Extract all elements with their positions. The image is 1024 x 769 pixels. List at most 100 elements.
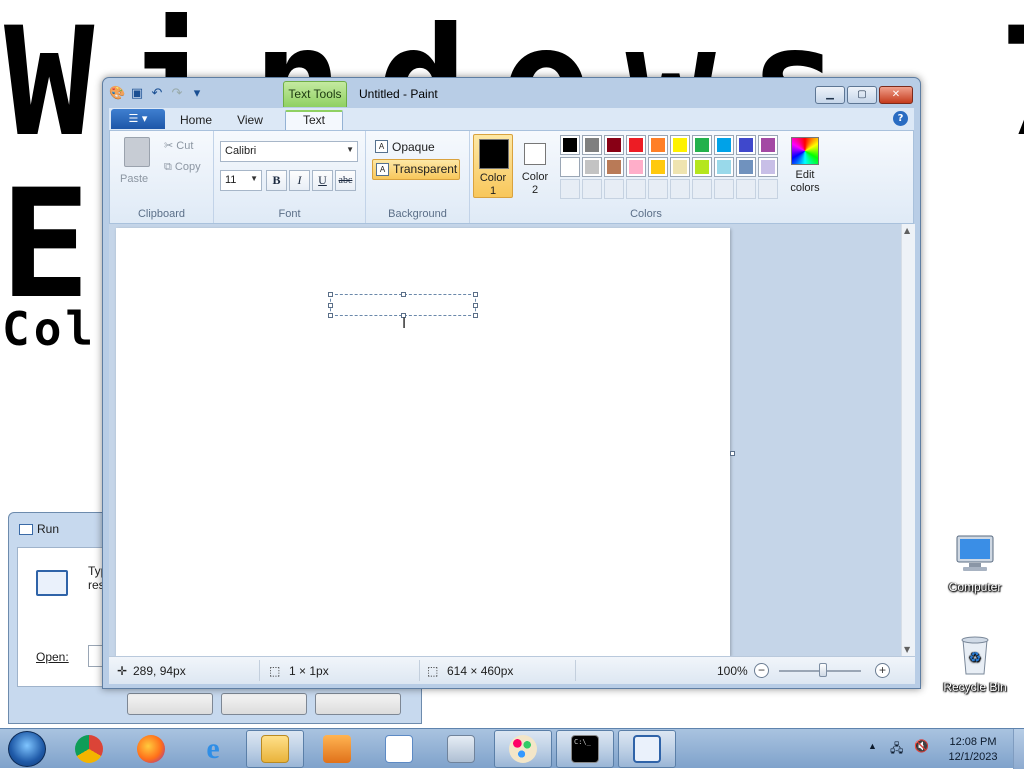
svg-text:♻: ♻: [969, 649, 982, 665]
taskbar-windows-explorer[interactable]: [246, 730, 304, 768]
taskbar-firefox[interactable]: [122, 730, 180, 768]
resize-handle[interactable]: [401, 292, 406, 297]
font-family-select[interactable]: Calibri ▼: [220, 141, 358, 162]
edit-colors-button[interactable]: Edit colors: [788, 137, 822, 195]
text-box[interactable]: [328, 292, 478, 318]
taskbar-chrome[interactable]: [60, 730, 118, 768]
tab-text[interactable]: Text: [285, 110, 343, 130]
color2-button[interactable]: Color 2: [515, 134, 555, 198]
resize-handle[interactable]: [473, 303, 478, 308]
vertical-scrollbar[interactable]: ▲ ▼: [901, 224, 915, 656]
custom-color-slot[interactable]: [560, 179, 580, 199]
show-hidden-icons[interactable]: ▲: [868, 741, 877, 751]
paint-app-icon[interactable]: 🎨: [109, 86, 125, 102]
undo-icon[interactable]: ↶: [149, 86, 165, 102]
taskbar-paint[interactable]: [494, 730, 552, 768]
resize-handle[interactable]: [473, 313, 478, 318]
custom-color-slot[interactable]: [582, 179, 602, 199]
background-group: A Opaque A Transparent Background: [366, 131, 470, 223]
custom-color-slot[interactable]: [692, 179, 712, 199]
desktop-icon-recycle-bin[interactable]: ♻ Recycle Bin: [940, 630, 1010, 694]
custom-color-slot[interactable]: [626, 179, 646, 199]
zoom-out-button[interactable]: −: [754, 663, 769, 678]
resize-handle[interactable]: [328, 292, 333, 297]
palette-swatch[interactable]: [648, 157, 668, 177]
tab-home[interactable]: Home: [171, 110, 221, 130]
run-ok-button[interactable]: [127, 693, 213, 715]
taskbar-run[interactable]: [618, 730, 676, 768]
palette-swatch[interactable]: [560, 135, 580, 155]
help-icon[interactable]: ?: [893, 111, 908, 126]
paint-window: 🎨 ▣ ↶ ↷ ▾ Text Tools Untitled - Paint ▁ …: [102, 77, 921, 689]
palette-swatch[interactable]: [736, 157, 756, 177]
palette-swatch[interactable]: [582, 157, 602, 177]
palette-swatch[interactable]: [758, 157, 778, 177]
cut-button[interactable]: ✂ Cut: [164, 139, 193, 152]
copy-button[interactable]: ⧉ Copy: [164, 161, 201, 174]
close-button[interactable]: ✕: [879, 86, 913, 104]
scroll-up-icon[interactable]: ▲: [904, 226, 910, 235]
color1-button[interactable]: Color 1: [473, 134, 513, 198]
volume-muted-icon[interactable]: 🔇: [914, 739, 929, 753]
opaque-button[interactable]: A Opaque: [372, 137, 435, 157]
clock[interactable]: 12:08 PM 12/1/2023: [938, 735, 1008, 765]
custom-color-slot[interactable]: [736, 179, 756, 199]
run-browse-button[interactable]: [315, 693, 401, 715]
scroll-down-icon[interactable]: ▼: [904, 645, 910, 654]
taskbar-media-player[interactable]: [308, 730, 366, 768]
custom-color-slot[interactable]: [670, 179, 690, 199]
palette-swatch[interactable]: [604, 157, 624, 177]
custom-color-slot[interactable]: [714, 179, 734, 199]
palette-swatch[interactable]: [582, 135, 602, 155]
taskbar-internet-explorer[interactable]: e: [184, 730, 242, 768]
strikethrough-button[interactable]: abc: [335, 170, 356, 191]
network-icon[interactable]: 🖧: [890, 739, 903, 760]
palette-swatch[interactable]: [626, 157, 646, 177]
paint-menu-button[interactable]: ☰ ▾: [111, 109, 165, 129]
palette-swatch[interactable]: [758, 135, 778, 155]
taskbar-command-prompt[interactable]: C:\_: [556, 730, 614, 768]
paint-title-bar[interactable]: 🎨 ▣ ↶ ↷ ▾ Text Tools Untitled - Paint ▁ …: [103, 78, 920, 108]
transparent-button[interactable]: A Transparent: [372, 159, 460, 180]
palette-swatch[interactable]: [714, 157, 734, 177]
drawing-canvas[interactable]: I: [116, 228, 730, 656]
palette-swatch[interactable]: [626, 135, 646, 155]
paste-icon[interactable]: [124, 137, 150, 167]
redo-icon[interactable]: ↷: [169, 86, 185, 102]
palette-swatch[interactable]: [670, 135, 690, 155]
taskbar-calculator[interactable]: [432, 730, 490, 768]
run-cancel-button[interactable]: [221, 693, 307, 715]
save-icon[interactable]: ▣: [129, 86, 145, 102]
custom-color-slot[interactable]: [604, 179, 624, 199]
tab-view[interactable]: View: [225, 110, 275, 130]
italic-button[interactable]: I: [289, 170, 310, 191]
zoom-slider-thumb[interactable]: [819, 663, 827, 677]
palette-swatch[interactable]: [692, 157, 712, 177]
zoom-in-button[interactable]: +: [875, 663, 890, 678]
taskbar-wordpad[interactable]: [370, 730, 428, 768]
bold-button[interactable]: B: [266, 170, 287, 191]
palette-swatch[interactable]: [560, 157, 580, 177]
paste-button-label[interactable]: Paste: [120, 173, 148, 185]
palette-swatch[interactable]: [670, 157, 690, 177]
start-button[interactable]: [8, 731, 46, 767]
customize-qat-icon[interactable]: ▾: [189, 86, 205, 102]
font-size-select[interactable]: 11 ▼: [220, 170, 262, 191]
custom-color-slot[interactable]: [758, 179, 778, 199]
resize-handle[interactable]: [328, 303, 333, 308]
minimize-button[interactable]: ▁: [815, 86, 845, 104]
resize-handle[interactable]: [328, 313, 333, 318]
palette-swatch[interactable]: [604, 135, 624, 155]
maximize-button[interactable]: ▢: [847, 86, 877, 104]
resize-handle[interactable]: [473, 292, 478, 297]
calculator-icon: [447, 735, 475, 763]
show-desktop-button[interactable]: [1013, 729, 1024, 769]
custom-color-slot[interactable]: [648, 179, 668, 199]
palette-swatch[interactable]: [714, 135, 734, 155]
palette-swatch[interactable]: [736, 135, 756, 155]
palette-swatch[interactable]: [692, 135, 712, 155]
canvas-resize-handle[interactable]: [730, 451, 735, 456]
palette-swatch[interactable]: [648, 135, 668, 155]
desktop-icon-computer[interactable]: Computer: [940, 530, 1010, 594]
underline-button[interactable]: U: [312, 170, 333, 191]
